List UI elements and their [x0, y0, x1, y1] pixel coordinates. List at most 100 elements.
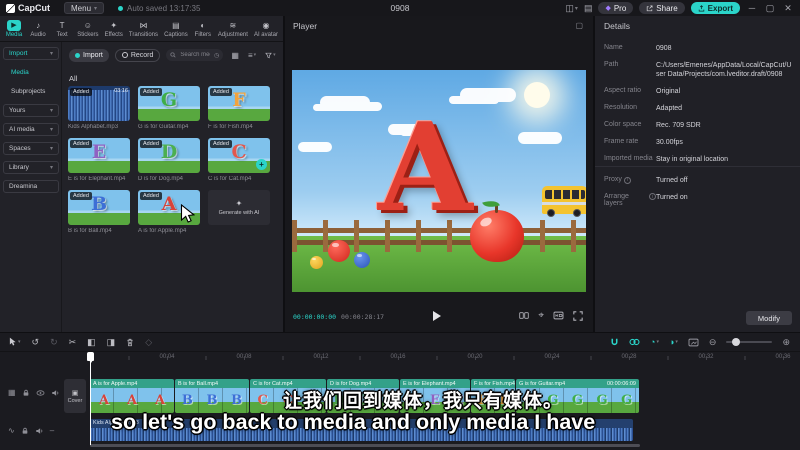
tab-effects[interactable]: ✦ Effects — [105, 20, 123, 38]
sidebar-item-dreamina[interactable]: Dreamina — [3, 180, 59, 193]
grid-view-icon[interactable]: ▦ — [231, 51, 239, 60]
added-badge: Added — [210, 140, 232, 148]
tab-transitions[interactable]: ⋈ Transitions — [129, 20, 158, 38]
media-item-b-ball[interactable]: Added B B is for Ball.mp4 — [68, 190, 130, 240]
hide-track-icon[interactable] — [36, 389, 45, 397]
timeline-zoom-slider[interactable] — [726, 338, 773, 346]
mouse-cursor — [180, 204, 195, 223]
sidebar-item-import[interactable]: Import ▾ — [3, 47, 59, 60]
video-thumbnail: Added E — [68, 138, 130, 173]
media-item-kids-alphabet[interactable]: Added 03:16 Kids Alphabet.mp3 — [68, 86, 130, 136]
delete-left-button[interactable]: ◧ — [87, 337, 96, 348]
split-button[interactable]: ✂ — [69, 337, 77, 348]
media-item-e-elephant[interactable]: Added E E is for Elephant.mp4 — [68, 138, 130, 188]
redo-button[interactable]: ↻ — [50, 337, 58, 348]
sidebar-item-library[interactable]: Library ▾ — [3, 161, 59, 174]
media-search: ◷ — [166, 49, 224, 61]
sidebar-item-subprojects[interactable]: Subprojects — [3, 85, 59, 98]
sidebar-item-media[interactable]: Media — [3, 66, 59, 79]
undo-button[interactable]: ↺ — [32, 337, 40, 348]
auto-link-icon[interactable] — [629, 338, 640, 346]
sidebar-item-spaces[interactable]: Spaces ▾ — [3, 142, 59, 155]
lock-icon[interactable] — [21, 427, 29, 435]
scene-apple — [470, 197, 524, 262]
preview-mode-icon[interactable]: ◔ ▾ — [650, 337, 659, 347]
filter-icon[interactable]: ▾ — [265, 52, 276, 59]
zoom-out-icon[interactable]: ⊖ — [709, 337, 717, 348]
clip-b-ball[interactable]: B is for Ball.mp4 BBB — [175, 379, 249, 413]
tab-stickers[interactable]: ☺ Stickers — [77, 20, 98, 38]
scene-cloud — [298, 142, 332, 152]
delete-right-button[interactable]: ◨ — [107, 337, 116, 348]
sidebar-item-yours[interactable]: Yours ▾ — [3, 104, 59, 117]
preview-axis-icon[interactable] — [688, 338, 699, 347]
filter-all-label[interactable]: All — [69, 74, 77, 83]
top-bar: CapCut Menu ▾ Auto saved 13:17:35 0908 ◫… — [0, 0, 800, 16]
close-button[interactable]: ✕ — [782, 3, 794, 14]
export-button[interactable]: Export — [690, 2, 740, 14]
media-item-c-cat[interactable]: Added C + C is for Cat.mp4 — [208, 138, 270, 188]
magnetic-snap-icon[interactable] — [610, 338, 619, 347]
sort-icon[interactable]: ≡ ▾ — [248, 51, 256, 60]
collapse-track-icon[interactable]: – — [50, 426, 54, 435]
preview-canvas[interactable]: A — [292, 70, 586, 292]
media-item-f-fish[interactable]: Added F F is for Fish.mp4 — [208, 86, 270, 136]
media-item-g-guitar[interactable]: Added G G is for Guitar.mp4 — [138, 86, 200, 136]
compare-icon[interactable] — [519, 311, 530, 320]
cover-button[interactable]: ▣ Cover — [64, 379, 86, 413]
panel-layout-icon[interactable]: ▤ — [584, 3, 593, 14]
select-tool-button[interactable]: ▾ — [9, 337, 21, 347]
playhead[interactable] — [87, 352, 94, 445]
mute-track-icon[interactable] — [35, 427, 44, 435]
play-button[interactable] — [433, 311, 441, 321]
pro-button[interactable]: ◆ Pro — [598, 2, 634, 14]
modify-button[interactable]: Modify — [745, 311, 792, 325]
generate-with-ai-card[interactable]: ✦ Generate with AI — [208, 190, 270, 240]
share-button[interactable]: Share — [639, 2, 685, 14]
audio-mode-icon[interactable]: ◑ ▾ — [669, 337, 678, 347]
detail-row-resolution: Resolution Adapted — [604, 104, 683, 113]
zoom-in-icon[interactable]: ⊕ — [782, 337, 790, 348]
clip-a-apple[interactable]: A is for Apple.mp4 AAA — [90, 379, 174, 413]
delete-button[interactable] — [126, 338, 134, 347]
layout-toggle-icon[interactable]: ◫ ▾ — [565, 3, 578, 14]
diamond-icon: ◆ — [605, 5, 611, 12]
timeline-ruler[interactable]: 00:04 00:08 00:12 00:16 00:20 00:24 00:2… — [0, 353, 800, 364]
tab-audio[interactable]: ♪ Audio — [29, 20, 47, 38]
snap-icon[interactable]: ⌖ — [538, 310, 544, 321]
media-grid: Added 03:16 Kids Alphabet.mp3 Added G G … — [68, 86, 270, 240]
maximize-button[interactable]: ▢ — [764, 3, 776, 14]
chevron-down-icon: ▾ — [94, 5, 98, 12]
tab-filters[interactable]: ◐ Filters — [194, 20, 212, 38]
chevron-down-icon: ▾ — [49, 146, 53, 152]
import-button[interactable]: Import — [69, 48, 109, 62]
player-controls: 00:00:00:00 00:00:28:17 ⌖ — [285, 307, 593, 327]
mute-track-icon[interactable] — [51, 389, 60, 397]
fullscreen-icon[interactable] — [573, 310, 583, 321]
tab-ai-avatar[interactable]: ◉ AI avatar — [254, 20, 278, 38]
lock-icon[interactable] — [22, 389, 30, 397]
duration-label: 03:16 — [114, 88, 128, 94]
search-history-icon[interactable]: ◷ — [214, 52, 219, 59]
scrollbar-thumb[interactable] — [90, 444, 640, 447]
quality-icon[interactable] — [553, 311, 564, 320]
minimize-button[interactable]: ─ — [746, 3, 758, 13]
media-item-d-dog[interactable]: Added D D is for Dog.mp4 — [138, 138, 200, 188]
record-button[interactable]: Record — [114, 48, 161, 62]
player-expand-icon[interactable]: ▢ — [575, 21, 583, 30]
search-input[interactable] — [178, 51, 213, 59]
tab-captions[interactable]: ▤ Captions — [164, 20, 188, 38]
keyframe-button[interactable]: ◇ — [145, 337, 152, 348]
media-view-controls: ▦ ≡ ▾ ▾ — [231, 51, 275, 60]
scene-ball-blue — [354, 252, 370, 268]
media-toolbar: Import Record ◷ ▦ ≡▾ ▾ — [62, 47, 283, 63]
add-to-timeline-button[interactable]: + — [256, 159, 267, 170]
ai-avatar-icon: ◉ — [262, 20, 270, 30]
sidebar-item-ai-media[interactable]: AI media ▾ — [3, 123, 59, 136]
tab-media[interactable]: ▶ Media — [5, 19, 23, 38]
tab-text[interactable]: T Text — [53, 20, 71, 38]
audio-thumbnail: Added 03:16 — [68, 86, 130, 121]
topbar-actions: ◫ ▾ ▤ ◆ Pro Share Export ─ ▢ ✕ — [565, 2, 794, 14]
menu-button[interactable]: Menu ▾ — [64, 2, 105, 14]
tab-adjustment[interactable]: ≋ Adjustment — [218, 20, 248, 38]
